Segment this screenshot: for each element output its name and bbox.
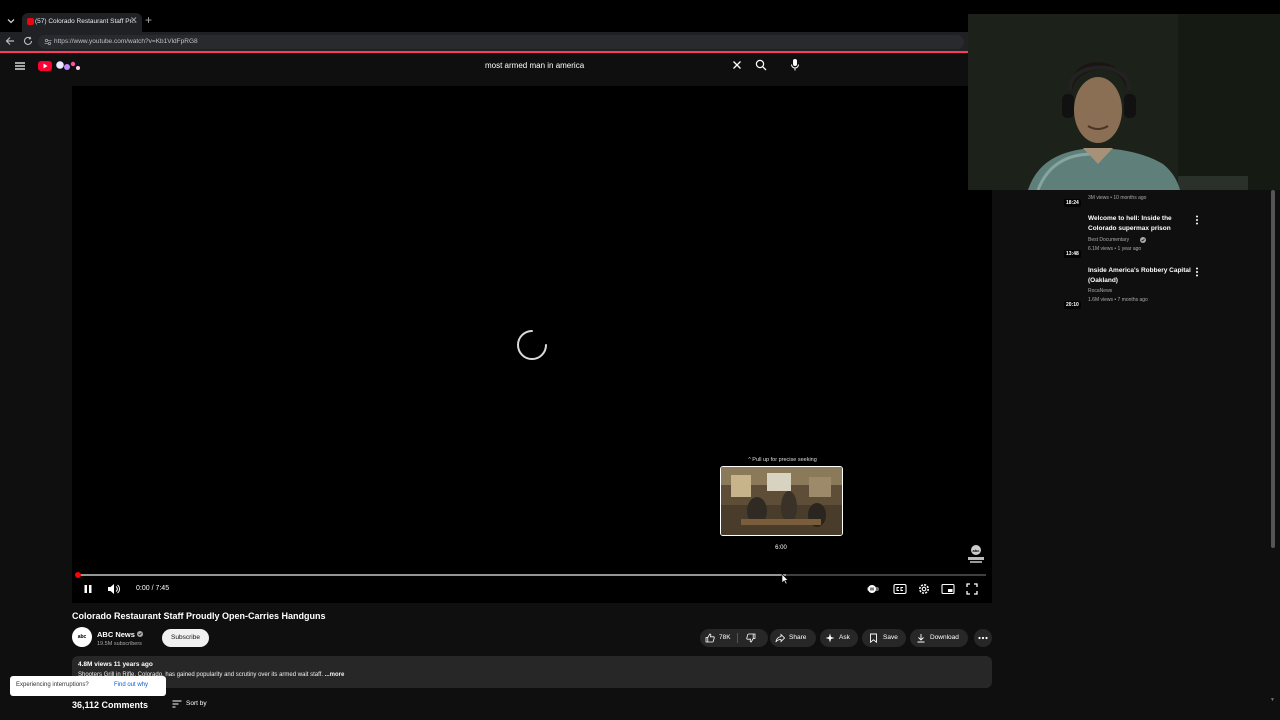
related-duration-2: 13:48 bbox=[1064, 250, 1081, 258]
back-arrow-icon[interactable] bbox=[4, 35, 16, 47]
tab-list-chevron-icon[interactable] bbox=[4, 14, 18, 28]
like-divider bbox=[737, 633, 738, 643]
abc-news-watermark-logo: abc bbox=[966, 544, 986, 564]
page-scrollbar-thumb[interactable] bbox=[1271, 190, 1275, 548]
download-arrow-icon bbox=[916, 633, 926, 643]
thumbs-down-icon[interactable] bbox=[746, 633, 756, 643]
download-label: Download bbox=[930, 634, 959, 641]
webcam-overlay-image bbox=[968, 14, 1280, 190]
preview-timestamp: 6:00 bbox=[775, 545, 787, 551]
related-title-2[interactable]: Welcome to hell: Inside the Colorado sup… bbox=[1088, 214, 1198, 234]
related-more-vertical-icon[interactable] bbox=[1194, 215, 1200, 225]
search-input[interactable]: most armed man in america bbox=[485, 61, 584, 70]
more-horizontal-icon bbox=[977, 633, 989, 643]
hamburger-menu-icon[interactable] bbox=[14, 60, 26, 72]
reload-icon[interactable] bbox=[23, 36, 33, 46]
related-thumbnail-3[interactable] bbox=[1063, 266, 1083, 302]
thumbs-up-icon[interactable] bbox=[705, 633, 715, 643]
seek-bar-scrubber[interactable] bbox=[75, 572, 81, 578]
url-text[interactable]: https://www.youtube.com/watch?v=Kb1VldFp… bbox=[54, 38, 198, 45]
sparkle-icon bbox=[825, 633, 835, 643]
share-arrow-icon bbox=[775, 633, 785, 643]
related-channel-3[interactable]: RocaNews bbox=[1088, 288, 1112, 294]
microphone-icon[interactable] bbox=[789, 58, 801, 72]
autoplay-toggle-icon[interactable] bbox=[867, 584, 879, 594]
new-tab-plus-icon[interactable]: + bbox=[145, 14, 152, 26]
scroll-down-arrow-icon[interactable]: ▼ bbox=[1270, 697, 1275, 703]
verified-check-icon bbox=[137, 631, 143, 637]
loading-spinner-icon bbox=[515, 328, 549, 362]
related-meta-1: 3M views • 10 months ago bbox=[1088, 195, 1147, 201]
verified-check-icon bbox=[1140, 237, 1146, 243]
subscriber-count: 19.5M subscribers bbox=[97, 641, 142, 647]
channel-avatar[interactable]: abc bbox=[72, 627, 92, 647]
find-out-why-link[interactable]: Find out why bbox=[114, 682, 148, 688]
channel-name[interactable]: ABC News bbox=[97, 630, 135, 639]
volume-icon[interactable] bbox=[107, 583, 121, 595]
video-title: Colorado Restaurant Staff Proudly Open-C… bbox=[72, 611, 326, 621]
related-more-vertical-icon[interactable] bbox=[1194, 267, 1200, 277]
bookmark-icon bbox=[869, 633, 878, 643]
fullscreen-icon[interactable] bbox=[965, 582, 979, 596]
tab-title: (57) Colorado Restaurant Staff Pr... bbox=[35, 18, 137, 25]
comments-count: 36,112 Comments bbox=[72, 700, 149, 710]
sort-by-button[interactable]: Sort by bbox=[186, 700, 207, 707]
share-label: Share bbox=[789, 634, 807, 641]
seek-hint-text: ^ Pull up for precise seeking bbox=[748, 457, 817, 463]
related-meta-2: 6.1M views • 1 year ago bbox=[1088, 246, 1142, 252]
subscribe-button[interactable]: Subscribe bbox=[162, 629, 209, 647]
sort-icon[interactable] bbox=[172, 700, 182, 708]
related-title-3[interactable]: Inside America's Robbery Capital (Oaklan… bbox=[1088, 266, 1198, 286]
toast-message: Experiencing interruptions? bbox=[16, 682, 89, 688]
like-button[interactable]: 78K bbox=[719, 634, 731, 641]
browser-tab-active[interactable]: (57) Colorado Restaurant Staff Pr... bbox=[22, 13, 142, 32]
search-icon[interactable] bbox=[755, 59, 767, 71]
related-duration-3: 20:10 bbox=[1064, 301, 1081, 309]
pause-icon[interactable] bbox=[82, 583, 94, 595]
svg-text:abc: abc bbox=[973, 548, 981, 553]
closed-captions-icon[interactable] bbox=[893, 583, 907, 595]
time-display: 0:00 / 7:45 bbox=[136, 585, 170, 592]
save-label: Save bbox=[883, 634, 898, 641]
related-meta-3: 1.6M views • 7 months ago bbox=[1088, 297, 1148, 303]
clear-search-x-icon[interactable] bbox=[731, 59, 743, 71]
description-more-link[interactable]: ...more bbox=[323, 672, 345, 678]
views-and-date: 4.8M views 11 years ago bbox=[78, 661, 153, 668]
tab-close-icon[interactable]: ✕ bbox=[130, 15, 138, 26]
seek-hint-label: Pull up for precise seeking bbox=[752, 457, 817, 463]
seek-preview-thumbnail bbox=[720, 466, 843, 536]
miniplayer-icon[interactable] bbox=[941, 583, 955, 595]
related-duration-1: 18:24 bbox=[1064, 199, 1081, 207]
youtube-doodle-logo[interactable] bbox=[38, 59, 82, 73]
mouse-pointer-icon bbox=[781, 573, 789, 585]
settings-gear-icon[interactable] bbox=[917, 582, 931, 596]
related-thumbnail-2[interactable] bbox=[1063, 215, 1083, 251]
seek-bar-hover-fill bbox=[78, 574, 786, 576]
page-load-bar bbox=[0, 51, 968, 53]
site-info-icon[interactable] bbox=[44, 38, 52, 46]
ask-label: Ask bbox=[839, 634, 850, 641]
related-channel-2[interactable]: Best Documentary bbox=[1088, 237, 1129, 243]
youtube-favicon-icon bbox=[27, 18, 34, 25]
